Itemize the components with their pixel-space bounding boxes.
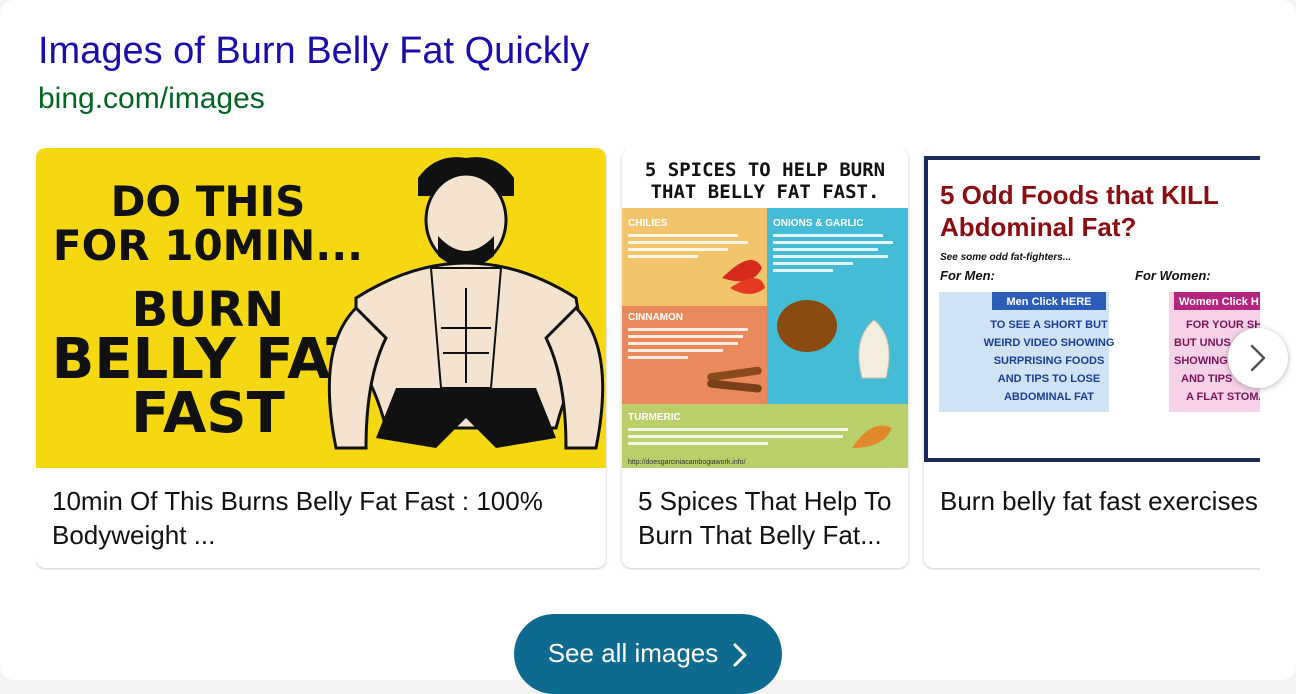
image-tile-3[interactable]: 5 Odd Foods that KILL Abdominal Fat? See… [924, 148, 1260, 568]
women-box-line-5: A FLAT STOMA [1186, 391, 1260, 403]
chevron-right-icon [733, 643, 747, 667]
men-box-header: Men Click HERE [1007, 296, 1092, 308]
men-box-line-3: SURPRISING FOODS [994, 355, 1105, 367]
foods-subheading: See some odd fat-fighters... [940, 252, 1071, 263]
result-url: bing.com/images [38, 82, 265, 115]
spices-heading-1: 5 SPICES TO HELP BURN [645, 159, 885, 181]
chilies-label: CHILIES [628, 218, 668, 229]
see-all-images-button[interactable]: See all images [514, 614, 782, 694]
men-box-line-4: AND TIPS TO LOSE [998, 373, 1100, 385]
women-box-line-4: AND TIPS [1181, 373, 1232, 385]
for-women-label: For Women: [1135, 268, 1211, 283]
image-tile-2[interactable]: 5 SPICES TO HELP BURN THAT BELLY FAT FAS… [622, 148, 908, 568]
image-thumbnail-1: DO THIS FOR 10MIN... BURN BELLY FAT FAST [36, 148, 606, 468]
onions-label: ONIONS & GARLIC [773, 218, 864, 229]
for-men-label: For Men: [940, 268, 995, 283]
image-results-card: Images of Burn Belly Fat Quickly bing.co… [0, 0, 1296, 694]
men-box-line-1: TO SEE A SHORT BUT [990, 319, 1108, 331]
image-caption-3: Burn belly fat fast exercises [940, 486, 1258, 516]
image-tile-1[interactable]: DO THIS FOR 10MIN... BURN BELLY FAT FAST [36, 148, 606, 568]
carousel-next-button[interactable] [1228, 328, 1288, 388]
men-box-line-2: WEIRD VIDEO SHOWING [984, 337, 1115, 349]
spices-footer-url: http://doesgarciniacambogiawork.info/ [628, 459, 746, 466]
poster-line-5: FAST [131, 381, 285, 446]
chevron-right-icon [1250, 344, 1266, 372]
image-caption-1: 10min Of This Burns Belly Fat Fast : 100… [52, 486, 543, 550]
turmeric-label: TURMERIC [628, 412, 681, 423]
poster-line-1: DO THIS [111, 177, 306, 226]
image-caption-2: 5 Spices That Help To Burn That Belly Fa… [638, 486, 892, 550]
foods-heading-1: 5 Odd Foods that KILL [940, 180, 1219, 210]
women-box-header: Women Click H [1179, 296, 1259, 308]
cinnamon-label: CINNAMON [628, 312, 683, 323]
women-box-line-2: BUT UNUS [1174, 337, 1231, 349]
image-carousel: DO THIS FOR 10MIN... BURN BELLY FAT FAST [36, 148, 1260, 570]
women-box-line-3: SHOWING [1174, 355, 1228, 367]
image-thumbnail-2: 5 SPICES TO HELP BURN THAT BELLY FAT FAS… [622, 148, 908, 468]
result-title-link[interactable]: Images of Burn Belly Fat Quickly [38, 30, 589, 73]
image-thumbnail-3: 5 Odd Foods that KILL Abdominal Fat? See… [924, 148, 1260, 468]
foods-heading-2: Abdominal Fat? [940, 212, 1136, 242]
spices-heading-2: THAT BELLY FAT FAST. [651, 181, 880, 203]
men-box-line-5: ABDOMINAL FAT [1004, 391, 1094, 403]
poster-line-2: FOR 10MIN... [53, 221, 363, 270]
